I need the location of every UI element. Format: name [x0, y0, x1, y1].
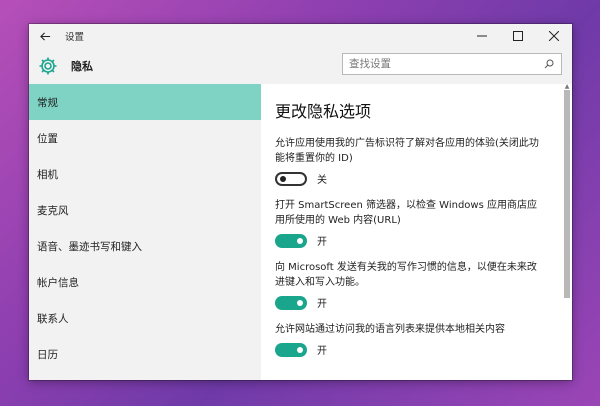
sidebar-item-general[interactable]: 常规 — [29, 84, 261, 120]
sidebar-item-label: 语音、墨迹书写和键入 — [37, 240, 142, 253]
toggle-row: 开 — [275, 295, 572, 310]
setting-writing-info: 向 Microsoft 发送有关我的写作习惯的信息，以便在未来改进键入和写入功能… — [275, 260, 572, 310]
toggle-knob — [297, 237, 303, 244]
toggle-state-label: 开 — [317, 237, 327, 248]
back-arrow-icon — [39, 31, 50, 41]
setting-description: 允许网站通过访问我的语言列表来提供本地相关内容 — [275, 324, 505, 335]
toggle-row: 关 — [275, 171, 572, 186]
sidebar-item-camera[interactable]: 相机 — [29, 156, 261, 192]
sidebar-item-label: 联系人 — [37, 312, 69, 325]
page-title: 更改隐私选项 — [275, 102, 372, 121]
window-title: 设置 — [65, 32, 85, 43]
close-icon — [549, 31, 559, 41]
sidebar-item-label: 麦克风 — [37, 204, 69, 217]
sidebar-item-account-info[interactable]: 帐户信息 — [29, 264, 261, 300]
title-bar: 设置 — [29, 24, 572, 48]
search-box[interactable] — [342, 53, 562, 75]
sidebar-item-label: 相机 — [37, 168, 58, 181]
main-content: 更改隐私选项 允许应用使用我的广告标识符了解对各应用的体验(关闭此功能将重置你的… — [261, 84, 572, 380]
minimize-icon — [477, 35, 487, 37]
toggle-row: 开 — [275, 342, 572, 357]
vertical-scrollbar[interactable] — [564, 90, 570, 298]
maximize-button[interactable] — [500, 24, 536, 48]
toggle-knob — [280, 175, 286, 182]
sidebar-item-label: 帐户信息 — [37, 276, 79, 289]
setting-description: 允许应用使用我的广告标识符了解对各应用的体验(关闭此功能将重置你的 ID) — [275, 138, 539, 164]
toggle-state-label: 开 — [317, 299, 327, 310]
sidebar-item-microphone[interactable]: 麦克风 — [29, 192, 261, 228]
body-area: 常规 位置 相机 麦克风 语音、墨迹书写和键入 帐户信息 联系人 日历 更改隐私… — [29, 84, 572, 380]
toggle-row: 开 — [275, 233, 572, 248]
sidebar-item-location[interactable]: 位置 — [29, 120, 261, 156]
smartscreen-toggle[interactable] — [275, 233, 307, 248]
page-name: 隐私 — [71, 60, 93, 73]
sidebar-item-label: 日历 — [37, 348, 58, 361]
toggle-state-label: 关 — [317, 175, 327, 186]
back-button[interactable] — [29, 24, 61, 48]
search-input[interactable] — [343, 58, 540, 70]
setting-description: 打开 SmartScreen 筛选器，以检查 Windows 应用商店应用所使用… — [275, 200, 537, 226]
close-button[interactable] — [536, 24, 572, 48]
settings-window: 设置 隐私 查找设置 常规 位置 相机 麦克风 语音、墨迹书写和键入 帐户信息 … — [29, 24, 572, 380]
search-icon[interactable] — [540, 55, 558, 73]
sidebar-item-contacts[interactable]: 联系人 — [29, 300, 261, 336]
sidebar-item-label: 位置 — [37, 132, 58, 145]
toggle-knob — [297, 346, 303, 353]
sidebar-item-calendar[interactable]: 日历 — [29, 336, 261, 372]
toggle-knob — [297, 299, 303, 306]
toggle-state-label: 开 — [317, 346, 327, 357]
writing-info-toggle[interactable] — [275, 295, 307, 310]
sidebar-item-label: 常规 — [37, 96, 58, 109]
setting-advertising-id: 允许应用使用我的广告标识符了解对各应用的体验(关闭此功能将重置你的 ID) 关 — [275, 136, 572, 186]
sidebar: 常规 位置 相机 麦克风 语音、墨迹书写和键入 帐户信息 联系人 日历 — [29, 84, 261, 380]
maximize-icon — [513, 31, 523, 41]
minimize-button[interactable] — [464, 24, 500, 48]
setting-description: 向 Microsoft 发送有关我的写作习惯的信息，以便在未来改进键入和写入功能… — [275, 262, 537, 288]
setting-language-list: 允许网站通过访问我的语言列表来提供本地相关内容 开 — [275, 322, 572, 357]
sidebar-item-speech-inking-typing[interactable]: 语音、墨迹书写和键入 — [29, 228, 261, 264]
page-header: 隐私 — [29, 48, 572, 84]
language-list-toggle[interactable] — [275, 342, 307, 357]
gear-icon — [35, 53, 61, 79]
window-controls — [464, 24, 572, 48]
setting-smartscreen: 打开 SmartScreen 筛选器，以检查 Windows 应用商店应用所使用… — [275, 198, 572, 248]
advertising-id-toggle[interactable] — [275, 171, 307, 186]
